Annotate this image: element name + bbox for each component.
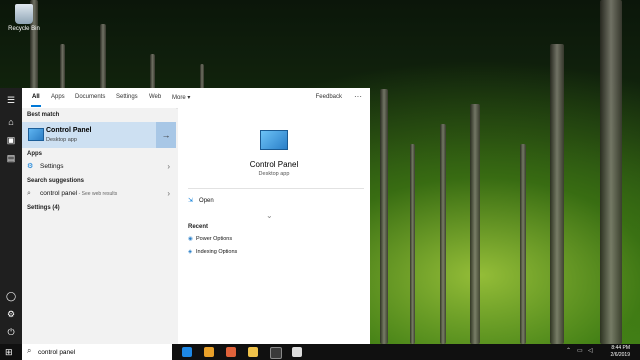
recycle-bin-label: Recycle Bin: [8, 26, 40, 32]
search-suggestions-heading: Search suggestions: [27, 178, 85, 184]
search-icon: ⌕: [27, 346, 32, 355]
power-options-icon: ◉: [188, 236, 193, 242]
documents-icon[interactable]: ▣: [5, 134, 17, 146]
notepad-icon[interactable]: [292, 347, 302, 357]
volume-icon[interactable]: ◁: [588, 347, 593, 354]
clock-time: 8:44 PM: [611, 345, 630, 351]
tab-apps[interactable]: Apps: [51, 94, 65, 100]
detail-title: Control Panel: [249, 160, 299, 169]
control-panel-large-icon: [260, 130, 288, 150]
clock[interactable]: 8:44 PM 2/6/2019: [611, 345, 630, 358]
recycle-bin-icon: [15, 4, 33, 24]
best-match-heading: Best match: [27, 112, 60, 118]
recycle-bin[interactable]: Recycle Bin: [4, 4, 44, 32]
search-tabs: All Apps Documents Settings Web More ▾ F…: [22, 88, 370, 109]
open-label: Open: [199, 198, 214, 204]
file-explorer-icon[interactable]: [248, 347, 258, 357]
list-item-web-suggestion[interactable]: ⌕ control panel - See web results ›: [22, 187, 176, 201]
best-match-subtitle: Desktop app: [46, 137, 77, 143]
chevron-right-icon: ›: [167, 162, 170, 171]
network-icon[interactable]: ▭: [577, 347, 583, 354]
tab-documents[interactable]: Documents: [75, 94, 105, 100]
power-icon[interactable]: ⏻: [5, 326, 17, 338]
results-list: Best match Control Panel Desktop app → A…: [22, 108, 176, 344]
best-match-title: Control Panel: [46, 127, 92, 134]
pictures-icon[interactable]: ▤: [5, 152, 17, 164]
best-match-item[interactable]: Control Panel Desktop app →: [22, 122, 176, 148]
more-options-icon[interactable]: ···: [354, 92, 362, 101]
right-arrow-icon[interactable]: →: [156, 122, 176, 148]
divider: [188, 188, 364, 189]
tab-more[interactable]: More ▾: [172, 94, 190, 101]
search-panel: All Apps Documents Settings Web More ▾ F…: [22, 88, 370, 344]
detail-subtitle: Desktop app: [258, 171, 290, 177]
recent-item-indexing-options[interactable]: ◈ Indexing Options: [188, 249, 237, 255]
chevron-down-icon[interactable]: ⌄: [266, 211, 273, 220]
recent-item-power-options[interactable]: ◉ Power Options: [188, 236, 232, 242]
taskbar-search-box[interactable]: ⌕: [22, 344, 172, 360]
apps-heading: Apps: [27, 151, 42, 157]
gear-icon: ⚙: [27, 163, 34, 170]
firefox-icon[interactable]: [226, 347, 236, 357]
detail-pane: Control Panel Desktop app ⇲ Open ⌄ Recent…: [178, 108, 370, 344]
chevron-up-icon[interactable]: ⌃: [566, 347, 571, 354]
store-icon[interactable]: [270, 347, 282, 359]
recent-item-label: Indexing Options: [196, 249, 238, 255]
start-rail: ☰ ⌂ ▣ ▤ ◯ ⚙ ⏻: [0, 88, 22, 344]
settings-heading[interactable]: Settings (4): [27, 205, 60, 211]
search-input[interactable]: [38, 347, 158, 357]
tab-web[interactable]: Web: [149, 94, 161, 100]
suggestion-label: control panel: [40, 190, 78, 197]
gear-icon[interactable]: ⚙: [5, 308, 17, 320]
clock-date: 2/6/2019: [610, 351, 630, 358]
windows-start-icon[interactable]: ⊞: [5, 347, 15, 357]
hamburger-icon[interactable]: ☰: [5, 94, 17, 106]
home-icon[interactable]: ⌂: [5, 116, 17, 128]
search-icon: ⌕: [27, 190, 31, 197]
list-item-settings[interactable]: ⚙ Settings ›: [22, 160, 176, 174]
open-icon: ⇲: [188, 198, 194, 204]
chevron-right-icon: ›: [167, 189, 170, 198]
recent-heading: Recent: [188, 224, 209, 230]
edge-icon[interactable]: [182, 347, 192, 357]
suggestion-hint: - See web results: [77, 191, 118, 197]
indexing-options-icon: ◈: [188, 249, 193, 255]
recent-item-label: Power Options: [196, 236, 233, 242]
open-action[interactable]: ⇲ Open: [188, 197, 214, 204]
taskbar: ⊞ ⌕ ⌃ ▭ ◁ 8:44 PM 2/6/2019: [0, 344, 640, 360]
chrome-icon[interactable]: [204, 347, 214, 357]
user-icon[interactable]: ◯: [5, 290, 17, 302]
tab-all[interactable]: All: [31, 94, 41, 107]
feedback-link[interactable]: Feedback: [316, 94, 342, 100]
list-item-label: Settings: [40, 163, 64, 170]
control-panel-icon: [28, 128, 44, 141]
tab-settings[interactable]: Settings: [116, 94, 138, 100]
